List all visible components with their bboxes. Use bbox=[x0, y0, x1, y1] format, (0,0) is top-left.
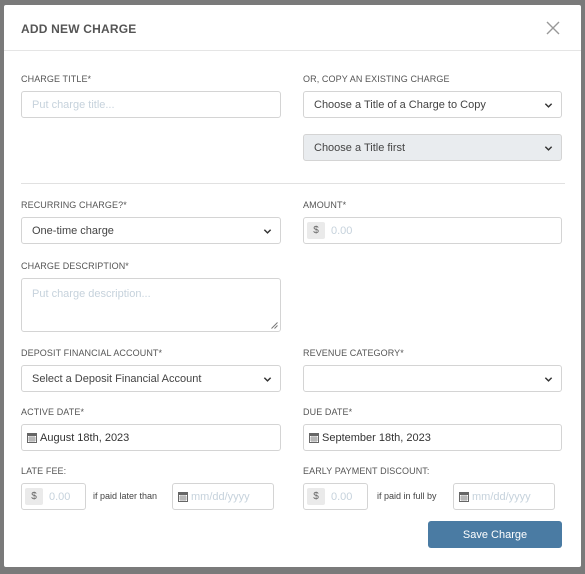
recurring-charge-label: RECURRING CHARGE?* bbox=[21, 200, 127, 210]
recurring-charge-select[interactable]: One-time charge bbox=[21, 217, 281, 244]
modal-header: ADD NEW CHARGE bbox=[4, 5, 581, 51]
dollar-icon: $ bbox=[307, 488, 325, 505]
chevron-down-icon bbox=[544, 103, 553, 108]
add-charge-modal: ADD NEW CHARGE CHARGE TITLE* Put charge … bbox=[4, 5, 581, 567]
due-date-value: September 18th, 2023 bbox=[322, 431, 431, 444]
late-fee-amount-input[interactable]: $ 0.00 bbox=[21, 483, 86, 510]
copy-charge-select-value: Choose a Title of a Charge to Copy bbox=[314, 98, 486, 111]
resize-grip-icon[interactable] bbox=[271, 322, 278, 329]
active-date-value: August 18th, 2023 bbox=[40, 431, 130, 444]
charge-description-label: CHARGE DESCRIPTION* bbox=[21, 261, 129, 271]
calendar-icon bbox=[309, 433, 319, 443]
early-discount-connector: if paid in full by bbox=[377, 491, 437, 501]
section-divider bbox=[21, 183, 565, 184]
early-discount-date-placeholder: mm/dd/yyyy bbox=[472, 490, 531, 503]
amount-placeholder: 0.00 bbox=[331, 224, 353, 237]
charge-title-input[interactable]: Put charge title... bbox=[21, 91, 281, 118]
amount-input[interactable]: $ 0.00 bbox=[303, 217, 562, 244]
late-fee-label: LATE FEE: bbox=[21, 466, 67, 476]
chevron-down-icon bbox=[263, 377, 272, 382]
calendar-icon bbox=[178, 492, 188, 502]
calendar-icon bbox=[27, 433, 37, 443]
chevron-down-icon bbox=[544, 377, 553, 382]
early-discount-date-input[interactable]: mm/dd/yyyy bbox=[453, 483, 555, 510]
save-charge-button[interactable]: Save Charge bbox=[428, 521, 562, 548]
late-fee-placeholder: 0.00 bbox=[49, 490, 71, 503]
dollar-icon: $ bbox=[25, 488, 43, 505]
copy-charge-secondary-value: Choose a Title first bbox=[314, 141, 406, 154]
copy-charge-label: OR, COPY AN EXISTING CHARGE bbox=[303, 74, 450, 84]
deposit-account-label: DEPOSIT FINANCIAL ACCOUNT* bbox=[21, 348, 163, 358]
deposit-account-value: Select a Deposit Financial Account bbox=[32, 372, 202, 385]
deposit-account-select[interactable]: Select a Deposit Financial Account bbox=[21, 365, 281, 392]
early-discount-placeholder: 0.00 bbox=[331, 490, 353, 503]
charge-description-textarea[interactable]: Put charge description... bbox=[21, 278, 281, 332]
amount-label: AMOUNT* bbox=[303, 200, 347, 210]
close-icon[interactable] bbox=[544, 19, 562, 37]
revenue-category-select[interactable] bbox=[303, 365, 562, 392]
due-date-label: DUE DATE* bbox=[303, 407, 353, 417]
late-fee-date-input[interactable]: mm/dd/yyyy bbox=[172, 483, 274, 510]
dollar-icon: $ bbox=[307, 222, 325, 239]
chevron-down-icon bbox=[263, 229, 272, 234]
calendar-icon bbox=[459, 492, 469, 502]
early-discount-amount-input[interactable]: $ 0.00 bbox=[303, 483, 368, 510]
copy-charge-select[interactable]: Choose a Title of a Charge to Copy bbox=[303, 91, 562, 118]
early-discount-label: EARLY PAYMENT DISCOUNT: bbox=[303, 466, 430, 476]
revenue-category-label: REVENUE CATEGORY* bbox=[303, 348, 404, 358]
active-date-input[interactable]: August 18th, 2023 bbox=[21, 424, 281, 451]
charge-copy-secondary-select: Choose a Title first bbox=[303, 134, 562, 161]
charge-description-placeholder: Put charge description... bbox=[32, 288, 151, 300]
due-date-input[interactable]: September 18th, 2023 bbox=[303, 424, 562, 451]
active-date-label: ACTIVE DATE* bbox=[21, 407, 85, 417]
modal-title: ADD NEW CHARGE bbox=[21, 22, 137, 36]
recurring-charge-value: One-time charge bbox=[32, 224, 114, 237]
charge-title-placeholder: Put charge title... bbox=[32, 98, 115, 111]
chevron-down-icon bbox=[544, 146, 553, 151]
late-fee-connector: if paid later than bbox=[93, 491, 158, 501]
charge-title-label: CHARGE TITLE* bbox=[21, 74, 92, 84]
late-fee-date-placeholder: mm/dd/yyyy bbox=[191, 490, 250, 503]
